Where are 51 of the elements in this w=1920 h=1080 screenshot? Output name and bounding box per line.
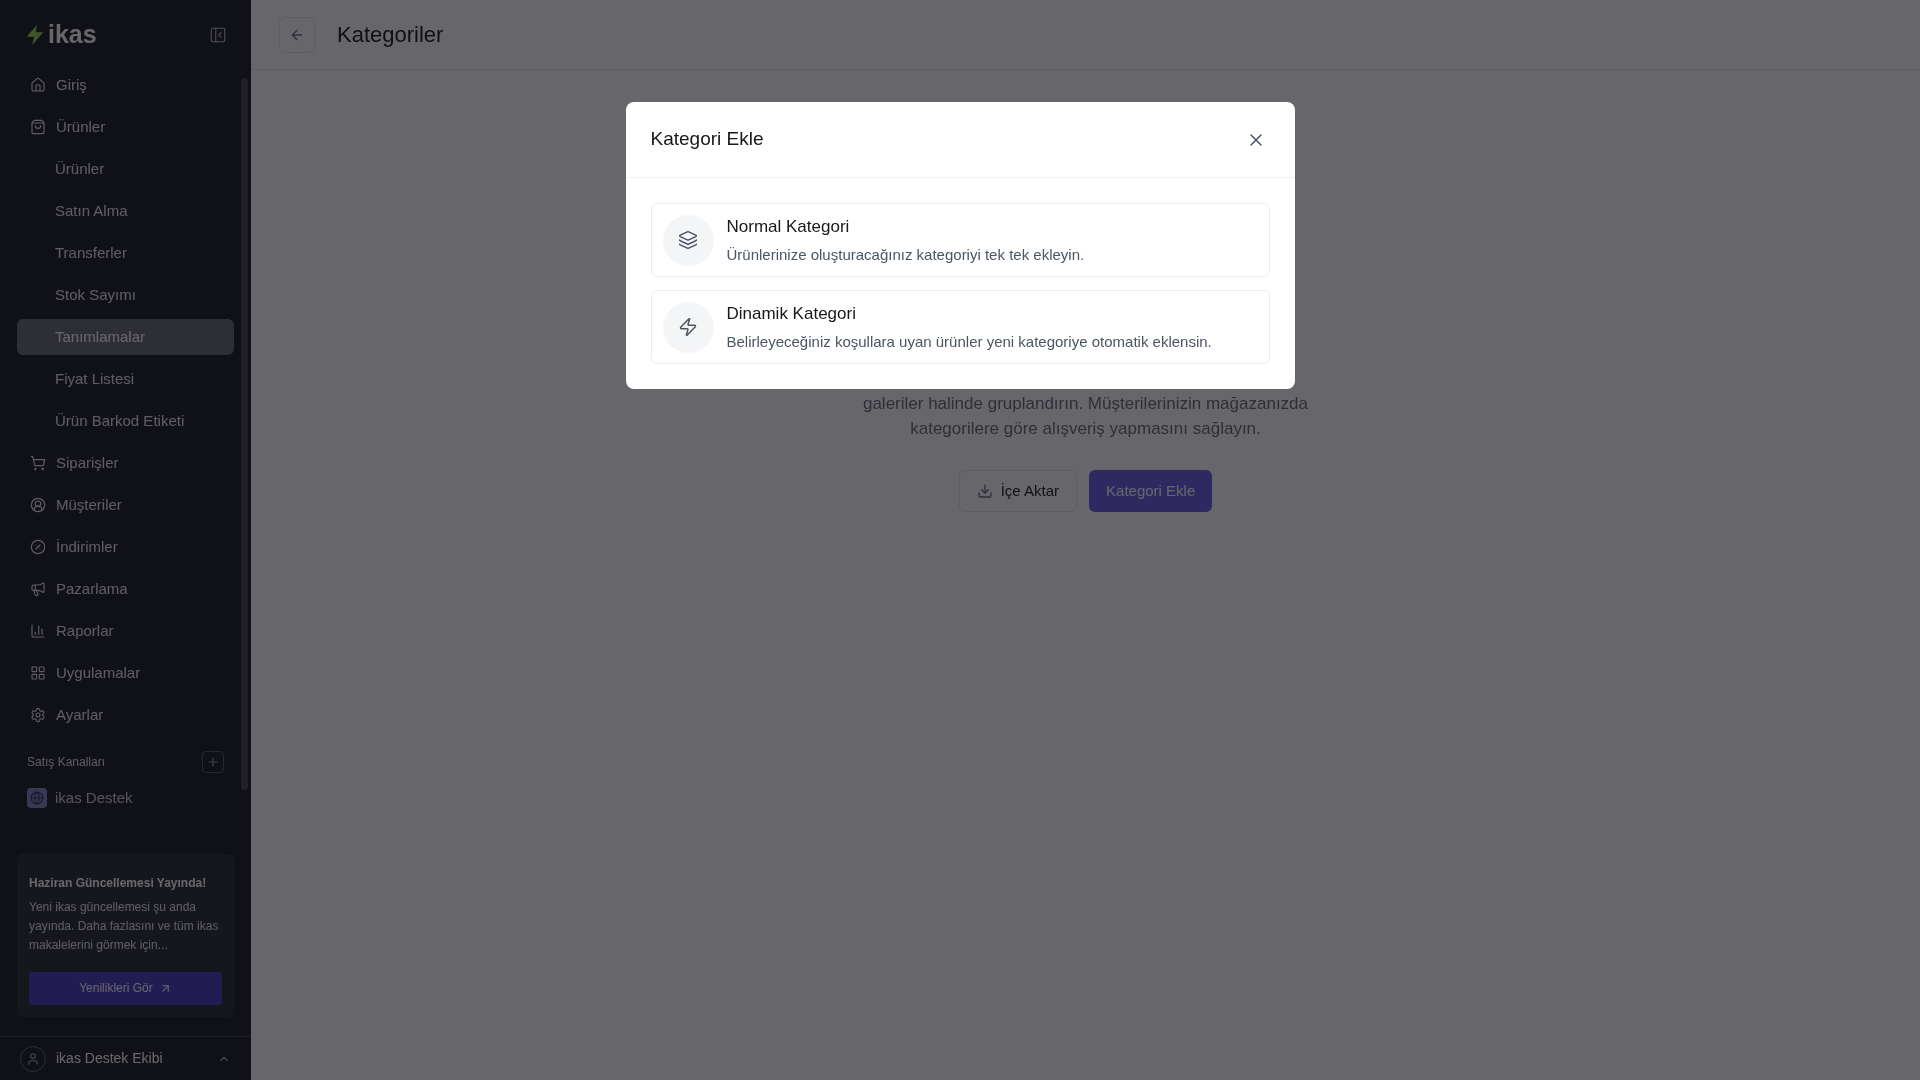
option-description: Belirleyeceğiniz koşullara uyan ürünler yeni kategoriye otomatik eklensin.: [726, 331, 1212, 352]
sidebar-item[interactable]: Pazarlama: [17, 571, 234, 607]
collapse-sidebar-icon[interactable]: [209, 25, 227, 44]
import-button[interactable]: İçe Aktar: [958, 470, 1078, 512]
sidebar-item[interactable]: Giriş: [17, 67, 234, 103]
option-title: Dinamik Kategori: [726, 303, 857, 325]
sidebar-item[interactable]: Fiyat Listesi: [17, 361, 234, 397]
add-channel-button[interactable]: [202, 751, 224, 773]
home-icon: [30, 77, 46, 93]
channel-item[interactable]: ikas Destek: [0, 787, 251, 810]
back-button[interactable]: [279, 16, 315, 53]
sidebar-item[interactable]: Ürünler: [17, 109, 234, 145]
card-text: Yeni ikas güncellemesi şu anda yayında. Daha fazlasını ve tüm ikas makalelerini görmek için...: [29, 898, 220, 954]
megaphone-icon: [30, 581, 46, 597]
user-icon: [30, 497, 46, 513]
description-text: galeriler halinde gruplandırın. Müşterilerinizin mağazanızda: [862, 393, 1309, 415]
bar-chart-icon: [30, 623, 46, 639]
grid-icon: [30, 665, 46, 681]
dialog-title: Kategori Ekle: [650, 127, 764, 152]
plus-icon: [206, 755, 220, 769]
sidebar-item[interactable]: Satın Alma: [17, 193, 234, 229]
logo-icon: [24, 23, 46, 46]
logo: ikas: [48, 22, 97, 47]
user-name: ikas Destek Ekibi: [56, 1049, 164, 1068]
sidebar-item[interactable]: Ürün Barkod Etiketi: [17, 403, 234, 439]
option-title: Normal Kategori: [726, 216, 851, 238]
whats-new-button[interactable]: Yenilikleri Gör: [29, 971, 222, 1005]
sidebar-item[interactable]: Siparişler: [17, 445, 234, 481]
sidebar-item[interactable]: Ürünler: [17, 151, 234, 187]
percent-icon: [30, 539, 46, 555]
sidebar-item[interactable]: Müşteriler: [17, 487, 234, 523]
sidebar-item[interactable]: Ayarlar: [17, 697, 234, 733]
page-title: Kategoriler: [337, 21, 444, 49]
option-description: Ürünlerinize oluşturacağınız kategoriyi tek tek ekleyin.: [726, 244, 1085, 265]
lightning-icon: [678, 317, 698, 337]
sidebar-item[interactable]: Stok Sayımı: [17, 277, 234, 313]
sidebar-item[interactable]: Transferler: [17, 235, 234, 271]
description-text: kategorilere göre alışveriş yapmasını sağlayın.: [910, 418, 1261, 440]
card-title: Haziran Güncellemesi Yayında!: [29, 874, 208, 892]
section-heading: Satış Kanalları: [27, 754, 106, 771]
layers-icon: [678, 230, 698, 250]
sidebar-item[interactable]: Raporlar: [17, 613, 234, 649]
sidebar-item[interactable]: Uygulamalar: [17, 655, 234, 691]
globe-badge-icon: [27, 788, 47, 809]
bag-icon: [30, 119, 46, 135]
category-option[interactable]: Normal Kategori Ürünlerinize oluşturacağınız kategoriyi tek tek ekleyin.: [650, 203, 1270, 277]
category-option[interactable]: Dinamik Kategori Belirleyeceğiniz koşullara uyan ürünler yeni kategoriye otomatik eklensin.: [650, 290, 1270, 364]
settings-icon: [30, 707, 46, 723]
download-icon: [976, 483, 993, 499]
sidebar-item[interactable]: İndirimler: [17, 529, 234, 565]
cart-icon: [30, 455, 46, 471]
